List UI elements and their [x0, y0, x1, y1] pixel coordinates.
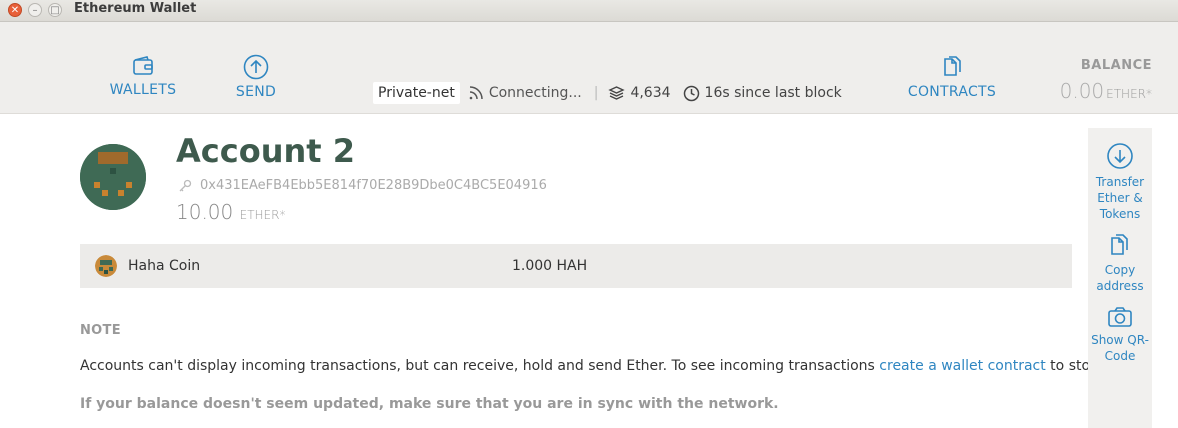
qr-label-1: Show QR-: [1091, 333, 1149, 347]
clock-icon: [683, 85, 699, 101]
top-header: WALLETS SEND Private-net Connecting... |…: [0, 22, 1178, 114]
last-block-label: 16s since last block: [704, 85, 842, 101]
token-icon: [95, 255, 117, 277]
account-address-row: 0x431EAeFB4Ebb5E814f70E28B9Dbe0C4BC5E049…: [178, 178, 547, 193]
network-status: Private-net Connecting... | 4,634 16s si…: [373, 80, 842, 106]
wallet-icon: [133, 56, 153, 75]
account-balance-value: 10.00: [176, 200, 234, 224]
transfer-label-1: Transfer: [1095, 175, 1145, 189]
nav-wallets[interactable]: WALLETS: [108, 54, 178, 98]
token-name: Haha Coin: [128, 258, 201, 274]
copy-icon: [1111, 234, 1128, 255]
balance-unit: ETHER*: [1106, 87, 1152, 101]
qr-label-2: Code: [1104, 349, 1136, 363]
network-badge: Private-net: [373, 82, 460, 104]
camera-icon: [1108, 307, 1132, 327]
transfer-ether-tokens-button[interactable]: Transfer Ether & Tokens: [1088, 142, 1152, 222]
last-block-time: 16s since last block: [683, 85, 842, 102]
note-text: Accounts can't display incoming transact…: [80, 358, 1149, 374]
copy-address-button[interactable]: Copy address: [1088, 232, 1152, 294]
window-close-button[interactable]: ✕: [8, 3, 22, 17]
transfer-label-2: Ether &: [1097, 191, 1143, 205]
connection-label: Connecting...: [488, 85, 582, 101]
note-title: NOTE: [80, 323, 121, 338]
block-number: 4,634: [608, 85, 671, 101]
identicon-icon: [80, 144, 146, 210]
arrow-up-circle-icon: [243, 54, 269, 80]
window-titlebar: ✕ – □ Ethereum Wallet: [0, 0, 1178, 22]
connection-status: Connecting...: [468, 85, 582, 101]
layers-icon: [608, 86, 626, 100]
account-balance: 10.00 ETHER*: [176, 200, 285, 224]
token-amount: 1.000 HAH: [512, 258, 588, 274]
balance-value-row: 0.00 ETHER*: [1060, 79, 1152, 103]
window-title: Ethereum Wallet: [74, 1, 197, 16]
account-balance-unit: ETHER*: [239, 208, 286, 222]
window-maximize-button[interactable]: □: [48, 3, 62, 17]
nav-send[interactable]: SEND: [228, 54, 284, 100]
account-avatar: [80, 144, 146, 210]
balance-value: 0.00: [1059, 79, 1105, 103]
rss-icon: [469, 86, 483, 100]
balance-title: BALANCE: [1080, 58, 1152, 73]
documents-icon: [944, 56, 961, 76]
account-name: Account 2: [176, 132, 355, 170]
status-separator: |: [593, 85, 599, 101]
copy-label-2: address: [1096, 279, 1144, 293]
token-row[interactable]: Haha Coin 1.000 HAH: [80, 244, 1072, 288]
note-text-before: Accounts can't display incoming transact…: [80, 358, 880, 374]
transfer-label-3: Tokens: [1099, 207, 1141, 221]
account-actions-sidebar: Transfer Ether & Tokens Copy address Sho…: [1088, 128, 1152, 428]
window-minimize-button[interactable]: –: [28, 3, 42, 17]
account-address[interactable]: 0x431EAeFB4Ebb5E814f70E28B9Dbe0C4BC5E049…: [200, 178, 547, 193]
nav-contracts[interactable]: CONTRACTS: [905, 54, 999, 100]
nav-wallets-label: WALLETS: [109, 82, 177, 98]
nav-contracts-label: CONTRACTS: [907, 84, 997, 100]
arrow-down-circle-icon: [1107, 143, 1133, 169]
create-wallet-contract-link[interactable]: create a wallet contract: [879, 358, 1045, 374]
nav-send-label: SEND: [235, 84, 277, 100]
total-balance: BALANCE 0.00 ETHER*: [1060, 58, 1152, 103]
sync-warning: If your balance doesn't seem updated, ma…: [80, 396, 779, 412]
copy-label-1: Copy: [1104, 263, 1136, 277]
block-number-label: 4,634: [630, 85, 671, 101]
show-qr-code-button[interactable]: Show QR- Code: [1088, 306, 1152, 364]
key-icon: [179, 179, 192, 191]
